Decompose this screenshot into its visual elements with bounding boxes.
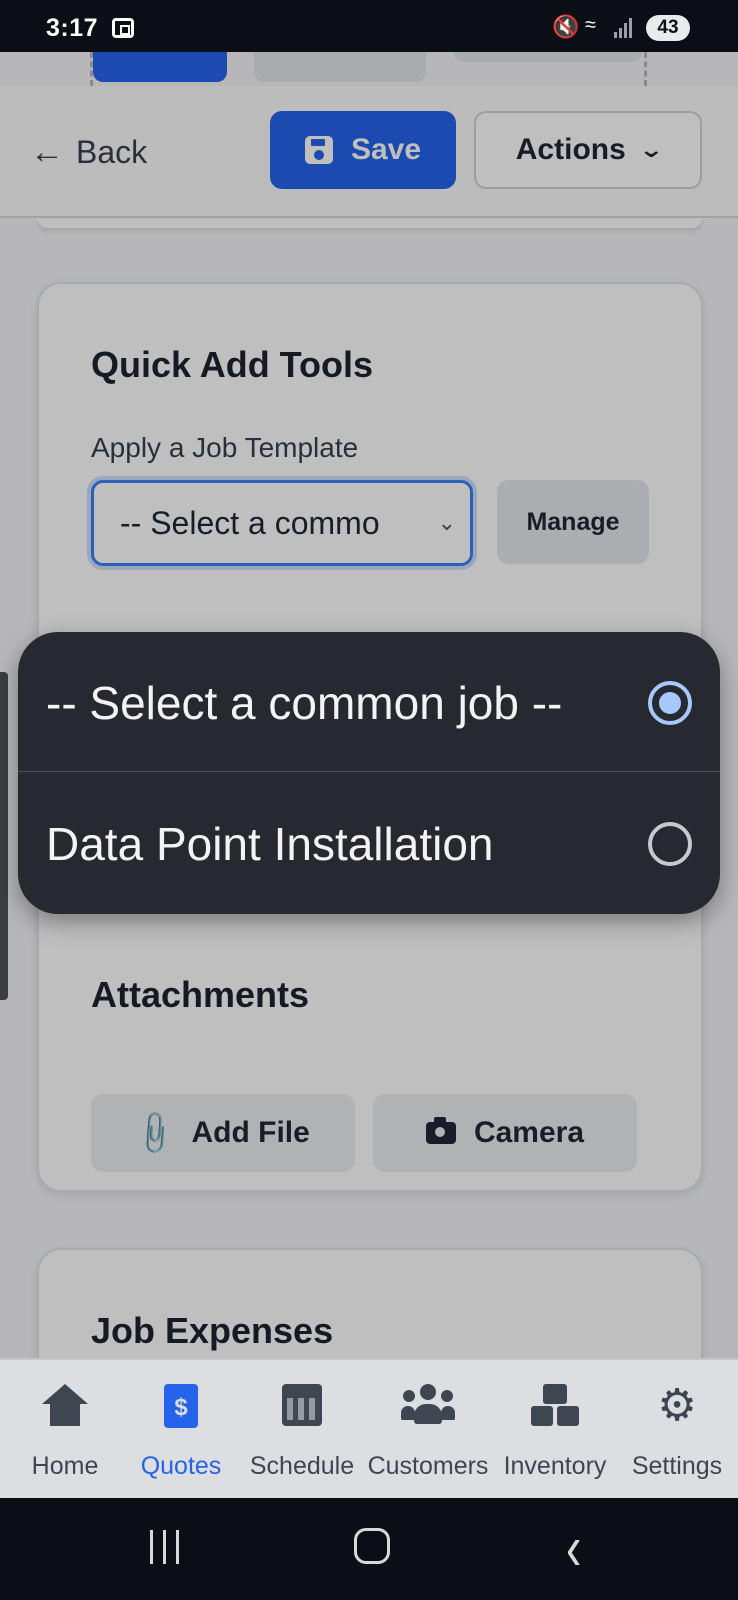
calendar-icon [282,1384,322,1426]
nav-item-inventory[interactable]: Inventory [490,1360,620,1500]
boxes-icon [531,1384,579,1426]
nav-label: Customers [367,1452,489,1480]
nav-label: Home [31,1452,99,1480]
nav-item-schedule[interactable]: Schedule [237,1360,367,1500]
nav-item-quotes[interactable]: $ Quotes [116,1360,246,1500]
option-label: -- Select a common job -- [46,677,563,729]
job-template-options-popup: -- Select a common job -- Data Point Ins… [18,632,720,914]
radio-selected-icon[interactable] [648,681,692,725]
status-time: 3:17 [46,14,99,42]
users-icon [401,1384,455,1424]
nav-item-home[interactable]: Home [0,1360,130,1500]
wifi-icon: ≈ [585,14,596,36]
system-home-icon[interactable] [354,1528,390,1564]
home-icon [42,1384,88,1428]
mute-icon: 🔇 [552,14,580,39]
status-bar: 3:17 🔇 ≈ 43 [0,0,738,52]
system-back-icon[interactable]: ‹ [566,1509,581,1585]
quote-icon: $ [164,1384,198,1428]
nav-item-customers[interactable]: Customers [363,1360,493,1500]
nav-label: Settings [631,1452,723,1480]
gear-icon: ⚙ [657,1381,697,1430]
screenshot-icon [112,18,134,38]
battery-badge: 43 [646,15,690,41]
option-data-point-installation[interactable]: Data Point Installation [18,773,720,913]
nav-item-settings[interactable]: ⚙ Settings [612,1360,738,1500]
nav-label: Schedule [249,1452,355,1480]
radio-unselected-icon[interactable] [648,822,692,866]
signal-icon [614,16,636,38]
nav-label: Quotes [140,1452,222,1480]
bottom-nav: Home $ Quotes Schedule Customers Invento… [0,1358,738,1498]
edge-panel-handle[interactable] [0,672,8,1000]
option-label: Data Point Installation [46,818,494,870]
nav-label: Inventory [503,1452,607,1480]
option-select-common-job[interactable]: -- Select a common job -- [18,632,720,772]
recents-icon[interactable] [150,1530,184,1564]
system-nav-bar: ‹ [0,1498,738,1600]
